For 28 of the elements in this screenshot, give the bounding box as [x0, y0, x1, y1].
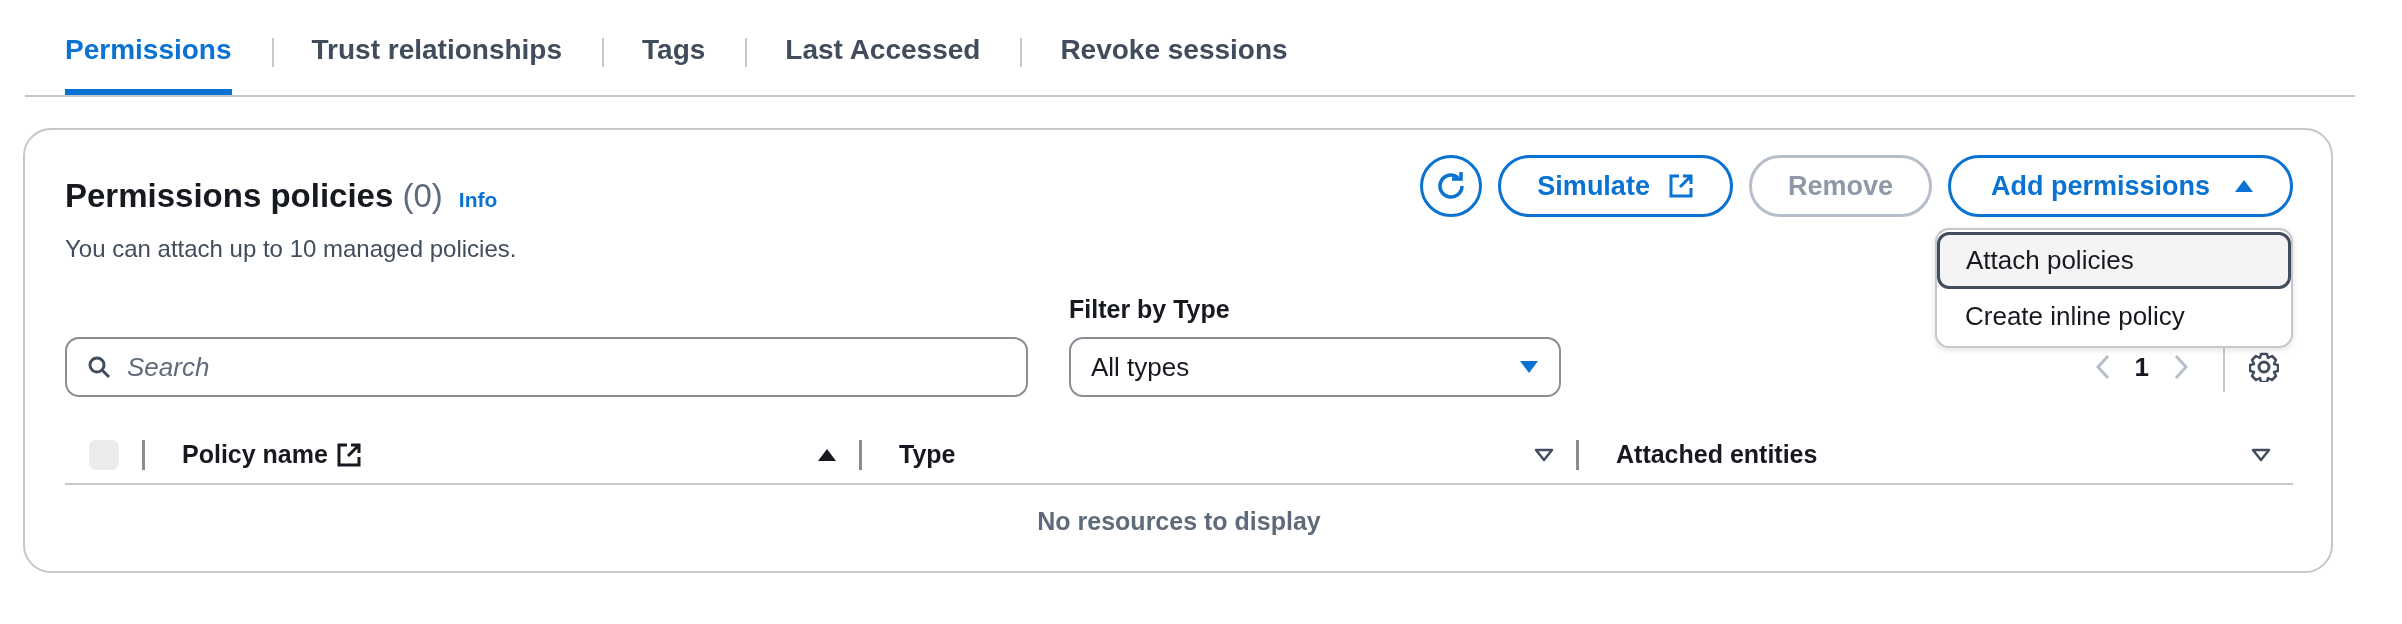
empty-message: No resources to display	[1036, 506, 1322, 537]
external-link-icon	[1667, 173, 1694, 199]
tab[interactable]: Last Accessed	[785, 10, 981, 95]
column-header[interactable]: Policy name	[182, 436, 362, 474]
panel-description: You can attach up to 10 managed policies.	[65, 233, 517, 264]
search-field[interactable]: Search	[65, 337, 1028, 397]
type-select[interactable]: All types	[1069, 337, 1561, 397]
settings-icon[interactable]	[2249, 352, 2279, 382]
caret-up-icon	[2234, 179, 2254, 193]
external-link-icon	[335, 442, 362, 468]
panel-title: Permissions policies (0)	[65, 176, 443, 216]
sort-ascending-icon[interactable]	[817, 448, 837, 462]
search-icon	[87, 355, 111, 379]
filter-label: Filter by Type	[1069, 293, 1231, 325]
simulate-button[interactable]: Simulate	[1498, 155, 1733, 217]
sort-icon[interactable]	[1534, 448, 1554, 462]
column-header[interactable]: Type	[899, 436, 956, 474]
caret-down-icon	[1519, 360, 1539, 374]
tab[interactable]: Permissions	[65, 10, 232, 95]
add-permissions-button[interactable]: Add permissions	[1947, 155, 2293, 217]
tab[interactable]: Tags	[642, 10, 706, 95]
sort-icon[interactable]	[2251, 448, 2271, 462]
tab[interactable]: Trust relationships	[311, 10, 563, 95]
menu-item[interactable]: Attach policies	[1937, 232, 2291, 289]
column-header[interactable]: Attached entities	[1616, 436, 1818, 474]
page-number[interactable]: 1	[2134, 347, 2149, 387]
tab[interactable]: Revoke sessions	[1060, 10, 1288, 95]
info-link[interactable]: Info	[458, 184, 498, 216]
